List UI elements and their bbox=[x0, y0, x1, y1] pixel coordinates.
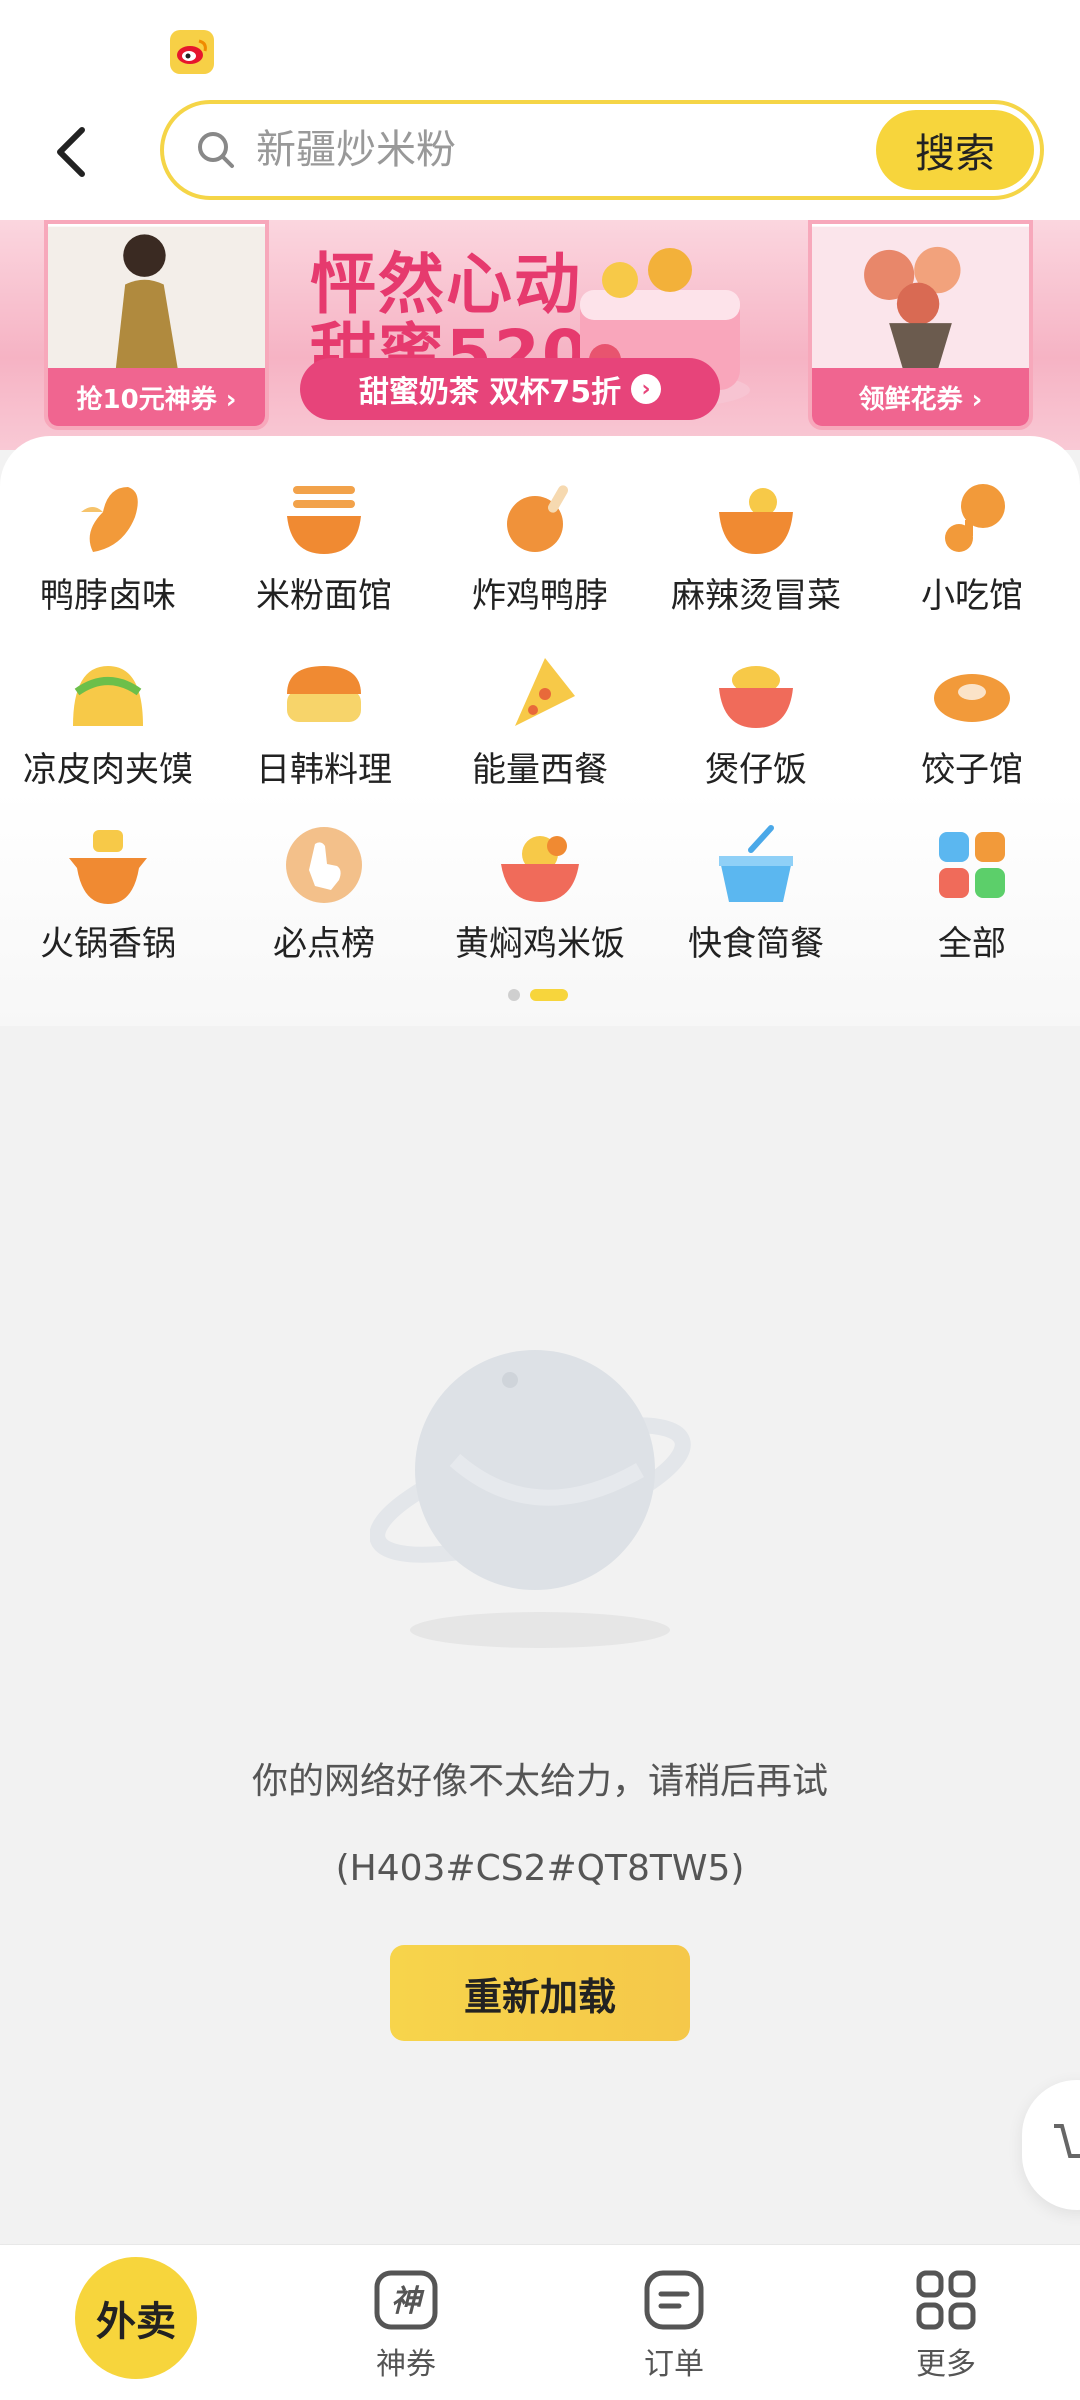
category-label: 火锅香锅 bbox=[40, 924, 176, 964]
reload-button[interactable]: 重新加载 bbox=[390, 1945, 690, 2041]
nav-tab-waimai[interactable]: 外卖 bbox=[75, 2257, 197, 2379]
weibo-notification-icon bbox=[170, 30, 214, 74]
category-item-liangpi[interactable]: 凉皮肉夹馍 bbox=[0, 646, 216, 798]
fast-food-icon bbox=[719, 825, 793, 902]
more-grid-icon bbox=[916, 2270, 976, 2330]
arrow-right-icon: › bbox=[631, 374, 662, 404]
category-label: 小吃馆 bbox=[921, 576, 1023, 616]
category-item-duck-neck[interactable]: 鸭脖卤味 bbox=[0, 472, 216, 624]
back-button[interactable] bbox=[40, 112, 100, 192]
category-item-claypot[interactable]: 煲仔饭 bbox=[648, 646, 864, 798]
snack-icon bbox=[945, 484, 1005, 552]
banner-left-caption: 抢10元神券 › bbox=[48, 368, 265, 426]
promo-banner[interactable]: 抢10元神券 › 怦然心动 甜蜜520 甜蜜奶茶 双杯75折 › 领鲜花券 › bbox=[0, 220, 1080, 450]
banner-promo-pill[interactable]: 甜蜜奶茶 双杯75折 › bbox=[300, 358, 720, 420]
nav-tab-coupons[interactable]: 神 神券 bbox=[306, 2245, 506, 2400]
status-bar bbox=[0, 0, 1080, 90]
category-label: 黄焖鸡米饭 bbox=[455, 924, 625, 964]
nav-tab-label: 订单 bbox=[644, 2347, 704, 2382]
coupon-icon-glyph: 神 bbox=[391, 2284, 425, 2319]
network-error-message: 你的网络好像不太给力，请稍后再试 bbox=[251, 1761, 828, 1802]
nav-tab-label: 更多 bbox=[916, 2347, 976, 2382]
cart-icon bbox=[1054, 2124, 1080, 2158]
nav-tab-label: 神券 bbox=[376, 2347, 436, 2382]
category-item-spicy-pot[interactable]: 麻辣烫冒菜 bbox=[648, 472, 864, 624]
claypot-rice-icon bbox=[719, 666, 793, 728]
pointer-icon bbox=[286, 827, 362, 903]
category-grid: 鸭脖卤味 米粉面馆 炸鸡鸭脖 麻辣烫冒菜 小吃馆 凉皮肉夹馍 日韩料理 能量西餐… bbox=[0, 472, 1080, 972]
category-label: 全部 bbox=[938, 924, 1006, 964]
header: 搜索 bbox=[0, 90, 1080, 220]
floating-cart-button[interactable] bbox=[1022, 2080, 1080, 2210]
flower-bouquet-image bbox=[812, 226, 1029, 372]
category-label: 鸭脖卤味 bbox=[40, 576, 176, 616]
category-item-hotpot[interactable]: 火锅香锅 bbox=[0, 820, 216, 972]
spicy-pot-icon bbox=[719, 488, 793, 554]
banner-title-line1: 怦然心动 bbox=[310, 246, 582, 323]
page-indicator bbox=[508, 989, 568, 1001]
category-item-fast-food[interactable]: 快食简餐 bbox=[648, 820, 864, 972]
banner-pill-label: 甜蜜奶茶 双杯75折 bbox=[358, 375, 622, 410]
category-label: 饺子馆 bbox=[921, 750, 1023, 790]
search-input[interactable] bbox=[256, 122, 816, 178]
pizza-icon bbox=[515, 658, 575, 726]
bottom-nav: 外卖 神 神券 订单 更多 bbox=[0, 2244, 1080, 2400]
category-item-noodles[interactable]: 米粉面馆 bbox=[216, 472, 432, 624]
model-photo-image bbox=[48, 226, 265, 372]
category-label: 煲仔饭 bbox=[705, 750, 807, 790]
category-label: 麻辣烫冒菜 bbox=[671, 576, 841, 616]
orders-icon bbox=[644, 2270, 704, 2330]
search-button[interactable]: 搜索 bbox=[876, 110, 1034, 190]
taco-icon bbox=[73, 666, 143, 726]
category-label: 快食简餐 bbox=[688, 924, 824, 964]
banner-left-card[interactable]: 抢10元神券 › bbox=[44, 220, 269, 430]
category-item-western[interactable]: 能量西餐 bbox=[432, 646, 648, 798]
sushi-icon bbox=[287, 666, 361, 722]
category-item-must-order[interactable]: 必点榜 bbox=[216, 820, 432, 972]
category-label: 必点榜 bbox=[273, 924, 375, 964]
banner-right-caption: 领鲜花券 › bbox=[812, 368, 1029, 426]
all-grid-icon bbox=[939, 832, 1005, 898]
category-item-all[interactable]: 全部 bbox=[864, 820, 1080, 972]
banner-right-card[interactable]: 领鲜花券 › bbox=[808, 220, 1033, 430]
category-item-snacks[interactable]: 小吃馆 bbox=[864, 472, 1080, 624]
error-code: (H403#CS2#QT8TW5) bbox=[335, 1848, 745, 1889]
hotpot-icon bbox=[69, 830, 147, 904]
search-icon bbox=[198, 132, 234, 168]
category-item-braised-chicken[interactable]: 黄焖鸡米饭 bbox=[432, 820, 648, 972]
noodle-bowl-icon bbox=[287, 486, 361, 554]
duck-neck-icon bbox=[81, 487, 138, 552]
category-panel: 鸭脖卤味 米粉面馆 炸鸡鸭脖 麻辣烫冒菜 小吃馆 凉皮肉夹馍 日韩料理 能量西餐… bbox=[0, 436, 1080, 1026]
category-label: 米粉面馆 bbox=[256, 576, 392, 616]
nav-tab-orders[interactable]: 订单 bbox=[574, 2245, 774, 2400]
category-label: 能量西餐 bbox=[472, 750, 608, 790]
page-dot bbox=[508, 989, 520, 1001]
category-label: 炸鸡鸭脖 bbox=[472, 576, 608, 616]
planet-illustration bbox=[370, 1350, 691, 1648]
category-item-fried-chicken[interactable]: 炸鸡鸭脖 bbox=[432, 472, 648, 624]
page-dot-active bbox=[530, 989, 568, 1001]
category-label: 凉皮肉夹馍 bbox=[23, 750, 193, 790]
coupon-icon: 神 bbox=[374, 2270, 438, 2330]
category-item-japanese-korean[interactable]: 日韩料理 bbox=[216, 646, 432, 798]
chicken-rice-icon bbox=[501, 836, 579, 902]
search-box[interactable]: 搜索 bbox=[160, 100, 1044, 200]
category-label: 日韩料理 bbox=[256, 750, 392, 790]
dumpling-icon bbox=[934, 674, 1010, 722]
chevron-left-icon bbox=[57, 127, 85, 177]
category-item-dumplings[interactable]: 饺子馆 bbox=[864, 646, 1080, 798]
fried-chicken-icon bbox=[507, 485, 568, 552]
nav-tab-more[interactable]: 更多 bbox=[846, 2245, 1046, 2400]
